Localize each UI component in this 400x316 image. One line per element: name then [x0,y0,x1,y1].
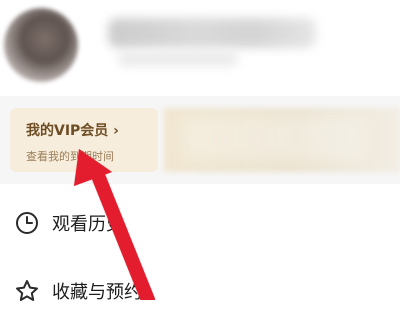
member-cards-row: 我的VIP会员 › 查看我的到期时间 [0,96,400,184]
menu-item-label: 收藏与预约 [52,282,142,303]
vip-card-title: 我的VIP会员 › [26,123,119,139]
menu-item-label: 观看历史 [52,214,124,235]
promo-card-blurred[interactable] [164,108,400,172]
username-blurred [108,18,316,48]
user-info-blurred [118,52,238,66]
vip-card-subtitle: 查看我的到期时间 [26,150,114,163]
vip-member-card[interactable]: 我的VIP会员 › 查看我的到期时间 [10,108,158,172]
clock-icon [10,206,44,240]
menu-item-favorites[interactable]: 收藏与预约 [0,264,400,316]
profile-header [0,0,400,86]
star-icon [10,274,44,308]
menu-item-watch-history[interactable]: 观看历史 [0,196,400,248]
avatar[interactable] [4,8,78,82]
